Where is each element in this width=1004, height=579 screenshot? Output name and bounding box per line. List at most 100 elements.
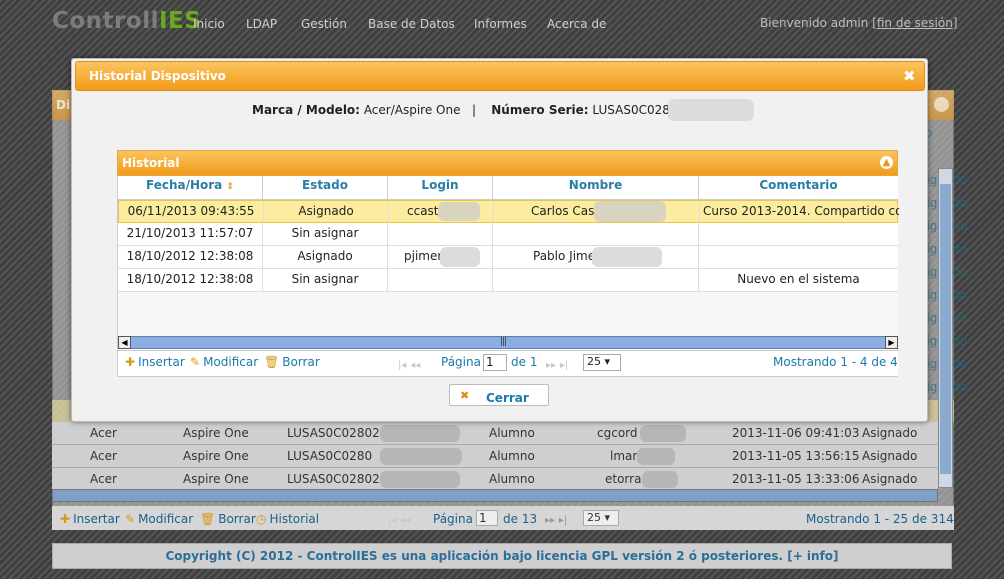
cell-estado: Asignado xyxy=(862,449,918,463)
cell-fecha: 06/11/2013 09:43:55 xyxy=(119,201,264,223)
bg-modify-button[interactable]: ✎ Modificar xyxy=(125,512,193,526)
redacted-block xyxy=(642,471,678,488)
scroll-grip-icon: ||| xyxy=(500,337,507,347)
sort-icon: ⇕ xyxy=(226,182,235,192)
prev-page-icon: ◂◂ xyxy=(400,515,411,526)
scroll-left-icon[interactable]: ◀ xyxy=(118,336,131,349)
cell-login xyxy=(388,223,493,245)
bg-page-label: Página xyxy=(433,512,473,526)
pencil-icon: ✎ xyxy=(125,512,136,526)
trash-icon: 🗑 xyxy=(200,512,216,526)
history-grid-header xyxy=(117,150,898,176)
redacted-block xyxy=(640,425,686,442)
horizontal-scrollbar[interactable] xyxy=(118,336,898,349)
column-header-nombre[interactable]: Nombre xyxy=(493,176,699,199)
pager-first-prev[interactable]: |◂ ◂◂ xyxy=(398,357,420,371)
cell-fecha: 2013-11-05 13:33:06 xyxy=(732,472,860,486)
bg-pager-first-prev[interactable]: |◂ ◂◂ xyxy=(388,512,410,526)
menu-inicio[interactable]: Inicio xyxy=(193,17,225,31)
bg-of-pages: de 13 xyxy=(503,512,538,526)
page-number-input[interactable]: 1 xyxy=(483,354,507,371)
cell-fecha: 18/10/2012 12:38:08 xyxy=(118,246,263,268)
cell-modelo: Aspire One xyxy=(183,472,249,486)
welcome-bracket: ] xyxy=(952,16,958,30)
menu-ldap[interactable]: LDAP xyxy=(246,17,277,31)
page-size-value: 25 xyxy=(587,355,601,368)
logout-link[interactable]: fin de sesión xyxy=(877,16,953,30)
column-header-estado[interactable]: Estado xyxy=(263,176,388,199)
collapse-icon[interactable]: ▲ xyxy=(880,156,893,169)
cell-rol: Alumno xyxy=(489,472,535,486)
table-row[interactable]: Acer Aspire One LUSAS0C0280 Alumno lmar … xyxy=(52,445,938,468)
footer-copyright[interactable]: Copyright (C) 2012 - ControlIES es una a… xyxy=(52,543,952,569)
insert-button[interactable]: ✚ Insertar xyxy=(125,355,185,369)
table-row-selected[interactable]: 06/11/2013 09:43:55 Asignado ccast Carlo… xyxy=(118,200,899,223)
redacted-block xyxy=(637,448,675,465)
redacted-block xyxy=(380,425,460,442)
bg-history-button[interactable]: ◷ Historial xyxy=(256,512,319,526)
cell-comentario xyxy=(699,223,898,245)
chevron-down-icon: ▾ xyxy=(604,511,611,524)
modify-button[interactable]: ✎ Modificar xyxy=(190,355,258,369)
plus-icon: ✚ xyxy=(60,512,71,526)
delete-label: Borrar xyxy=(282,355,320,369)
cell-login: lmar xyxy=(610,449,638,463)
delete-button[interactable]: 🗑 Borrar xyxy=(264,355,320,369)
cell-login xyxy=(388,269,493,291)
menu-acerca-de[interactable]: Acerca de xyxy=(547,17,606,31)
background-horizontal-scrollbar[interactable] xyxy=(52,489,938,502)
column-header-login[interactable]: Login xyxy=(388,176,493,199)
cell-login: etorra xyxy=(605,472,642,486)
column-header-row: Fecha/Hora ⇕ Estado Login Nombre Comenta… xyxy=(118,176,898,200)
table-row[interactable]: Acer Aspire One LUSAS0C02802 Alumno cgco… xyxy=(52,422,938,445)
cell-modelo: Aspire One xyxy=(183,449,249,463)
cell-estado: Asignado xyxy=(263,246,388,268)
welcome-label: Bienvenido admin [ xyxy=(760,16,877,30)
bg-insert-button[interactable]: ✚ Insertar xyxy=(60,512,120,526)
table-row[interactable]: 18/10/2012 12:38:08 Sin asignar Nuevo en… xyxy=(118,269,898,292)
bg-delete-button[interactable]: 🗑 Borrar xyxy=(200,512,256,526)
redacted-block xyxy=(380,448,462,465)
plus-icon: ✚ xyxy=(125,355,136,369)
bg-pager-next-last[interactable]: ▸▸ ▸| xyxy=(545,512,567,526)
page-size-select[interactable]: 25 ▾ xyxy=(583,354,621,371)
cell-marca: Acer xyxy=(90,449,117,463)
cell-comentario xyxy=(699,246,898,268)
bg-page-size-value: 25 xyxy=(587,511,601,524)
table-row[interactable]: Acer Aspire One LUSAS0C02802 Alumno etor… xyxy=(52,468,938,491)
bg-pager-summary: Mostrando 1 - 25 de 314 xyxy=(806,512,954,526)
brand-model-value: Acer/Aspire One xyxy=(363,103,461,117)
chevron-down-icon: ▾ xyxy=(604,355,611,368)
table-row[interactable]: 18/10/2012 12:38:08 Asignado pjimen Pabl… xyxy=(118,246,898,269)
serial-value: LUSAS0C0280 xyxy=(592,103,678,117)
app-logo[interactable]: ControllIES xyxy=(52,8,201,34)
menu-base-de-datos[interactable]: Base de Datos xyxy=(368,17,455,31)
bg-page-size-select[interactable]: 25 ▾ xyxy=(583,510,619,526)
background-panel-title: Di xyxy=(56,98,71,112)
redacted-block xyxy=(380,471,460,488)
first-page-icon: |◂ xyxy=(398,360,407,371)
close-icon: ✖ xyxy=(460,389,470,402)
welcome-text: Bienvenido admin [fin de sesión] xyxy=(760,16,958,30)
cell-fecha: 21/10/2013 11:57:07 xyxy=(118,223,263,245)
page-label: Página xyxy=(441,355,481,369)
info-separator: | xyxy=(471,103,476,117)
cell-marca: Acer xyxy=(90,472,117,486)
bg-page-input[interactable]: 1 xyxy=(476,510,498,526)
cell-nombre xyxy=(493,223,699,245)
menu-gestion[interactable]: Gestión xyxy=(301,17,347,31)
background-scroll-thumb[interactable] xyxy=(940,184,951,474)
table-row[interactable]: 21/10/2013 11:57:07 Sin asignar xyxy=(118,223,898,246)
dialog-close-icon[interactable]: ✖ xyxy=(903,67,916,85)
cell-comentario: Nuevo en el sistema xyxy=(737,272,860,286)
scroll-right-icon[interactable]: ▶ xyxy=(885,336,898,349)
serial-label: Número Serie: xyxy=(491,103,589,117)
menu-informes[interactable]: Informes xyxy=(474,17,527,31)
of-pages-label: de 1 xyxy=(511,355,538,369)
background-collapse-icon[interactable] xyxy=(934,97,949,112)
column-header-comentario[interactable]: Comentario xyxy=(699,176,898,199)
column-header-fecha[interactable]: Fecha/Hora ⇕ xyxy=(118,176,263,199)
pager-next-last[interactable]: ▸▸ ▸| xyxy=(546,357,568,371)
redacted-block xyxy=(592,247,662,267)
clock-icon: ◷ xyxy=(256,512,267,526)
